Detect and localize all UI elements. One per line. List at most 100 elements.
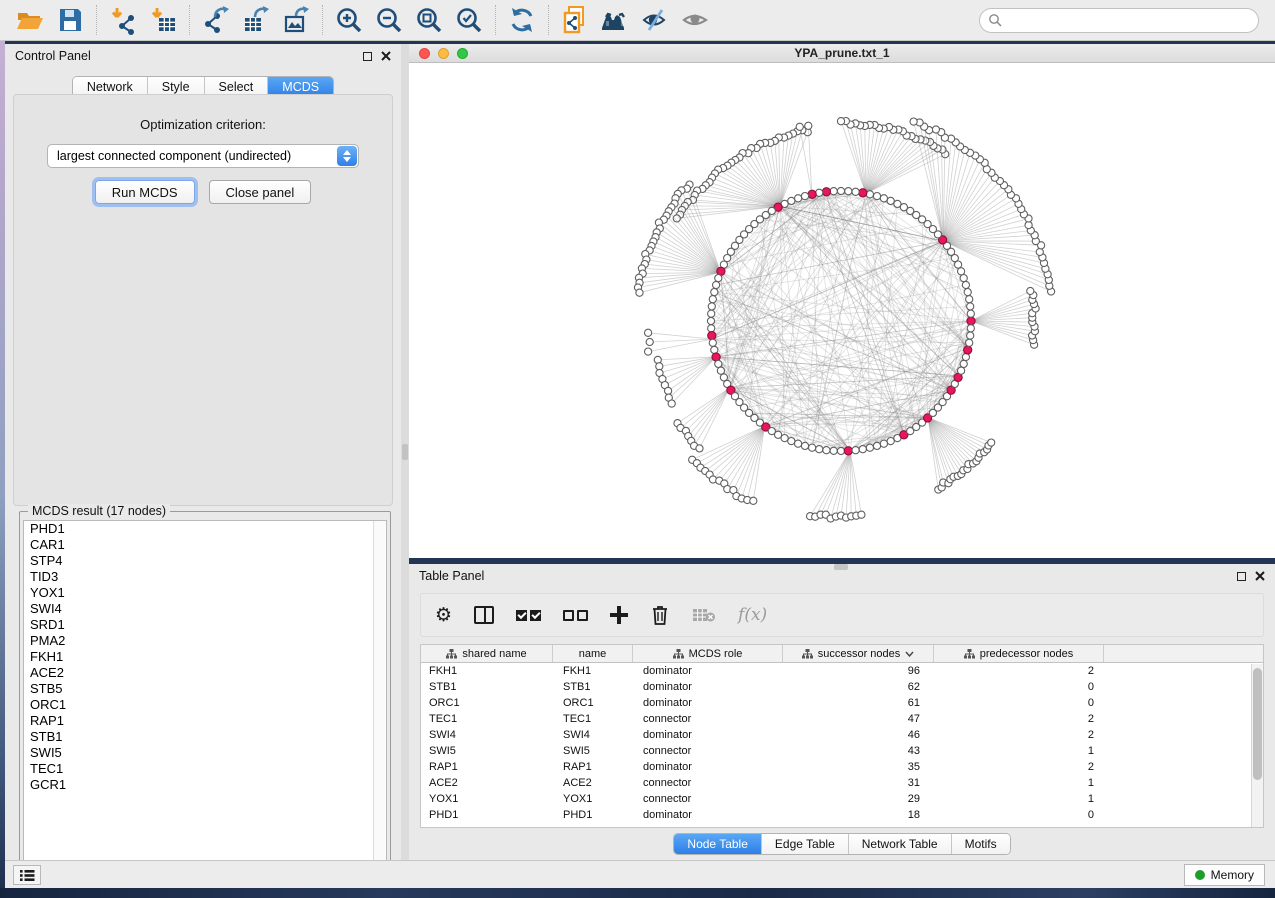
network-node[interactable] [894, 200, 901, 207]
tab-network-table[interactable]: Network Table [849, 834, 952, 854]
zoom-out-icon[interactable] [369, 3, 409, 37]
mcds-result-item[interactable]: SWI5 [24, 745, 386, 761]
column-header[interactable]: name [553, 645, 633, 662]
network-node[interactable] [830, 188, 837, 195]
mcds-result-list[interactable]: PHD1CAR1STP4TID3YOX1SWI4SRD1PMA2FKH1ACE2… [23, 520, 387, 879]
table-row[interactable]: ACE2ACE2connector311 [421, 775, 1263, 791]
task-history-button[interactable] [13, 865, 41, 885]
network-node[interactable] [988, 439, 995, 446]
network-dominator-node[interactable] [967, 317, 975, 325]
search-field[interactable] [979, 8, 1259, 33]
mcds-result-item[interactable]: GCR1 [24, 777, 386, 793]
add-row-icon[interactable] [610, 606, 628, 624]
export-image-icon[interactable] [276, 3, 316, 37]
network-node[interactable] [801, 442, 808, 449]
network-node[interactable] [801, 193, 808, 200]
network-node[interactable] [845, 188, 852, 195]
network-node[interactable] [717, 367, 724, 374]
network-node[interactable] [707, 317, 714, 324]
network-node[interactable] [708, 303, 715, 310]
network-node[interactable] [645, 329, 652, 336]
network-node[interactable] [809, 444, 816, 451]
refresh-icon[interactable] [502, 3, 542, 37]
network-dominator-node[interactable] [964, 346, 972, 354]
table-row[interactable]: SWI4SWI4dominator462 [421, 727, 1263, 743]
close-panel-icon[interactable] [1255, 571, 1265, 581]
network-node[interactable] [713, 281, 720, 288]
memory-button[interactable]: Memory [1184, 864, 1265, 886]
table-row[interactable]: STB1STB1dominator620 [421, 679, 1263, 695]
network-node[interactable] [958, 367, 965, 374]
select-all-icon[interactable] [516, 610, 541, 621]
save-icon[interactable] [50, 3, 90, 37]
mcds-result-item[interactable]: ACE2 [24, 665, 386, 681]
network-node[interactable] [967, 310, 974, 317]
network-node[interactable] [781, 435, 788, 442]
delete-row-icon[interactable] [650, 604, 670, 626]
network-node[interactable] [962, 281, 969, 288]
gear-icon[interactable]: ⚙ [435, 606, 452, 625]
network-node[interactable] [880, 195, 887, 202]
network-node[interactable] [711, 289, 718, 296]
network-node[interactable] [665, 387, 672, 394]
mcds-result-item[interactable]: FKH1 [24, 649, 386, 665]
network-node[interactable] [873, 442, 880, 449]
columns-icon[interactable] [474, 606, 494, 624]
network-node[interactable] [715, 275, 722, 282]
mcds-result-item[interactable]: SRD1 [24, 617, 386, 633]
network-node[interactable] [967, 325, 974, 332]
clone-network-icon[interactable] [555, 3, 595, 37]
network-node[interactable] [967, 332, 974, 339]
network-node[interactable] [880, 440, 887, 447]
mcds-result-item[interactable]: PHD1 [24, 521, 386, 537]
deselect-all-icon[interactable] [563, 610, 588, 621]
network-canvas[interactable] [409, 63, 1275, 558]
mcds-result-item[interactable]: ORC1 [24, 697, 386, 713]
network-window-titlebar[interactable]: YPA_prune.txt_1 [409, 44, 1275, 63]
network-node[interactable] [966, 296, 973, 303]
network-node[interactable] [964, 289, 971, 296]
tab-node-table[interactable]: Node Table [674, 834, 762, 854]
column-header[interactable]: shared name [421, 645, 553, 662]
hide-eye-icon[interactable] [635, 3, 675, 37]
network-node[interactable] [796, 123, 803, 130]
network-node[interactable] [645, 348, 652, 355]
mcds-result-item[interactable]: PMA2 [24, 633, 386, 649]
column-header[interactable]: successor nodes [783, 645, 934, 662]
close-panel-icon[interactable] [381, 51, 391, 61]
zoom-selected-icon[interactable] [449, 3, 489, 37]
network-node[interactable] [708, 325, 715, 332]
network-node[interactable] [1027, 287, 1034, 294]
mcds-result-item[interactable]: STB1 [24, 729, 386, 745]
network-dominator-node[interactable] [822, 188, 830, 196]
zoom-fit-icon[interactable] [409, 3, 449, 37]
mcds-result-item[interactable]: SWI4 [24, 601, 386, 617]
run-mcds-button[interactable]: Run MCDS [95, 180, 195, 204]
network-dominator-node[interactable] [844, 447, 852, 455]
close-panel-button[interactable]: Close panel [209, 180, 312, 204]
table-scrollbar[interactable] [1251, 664, 1263, 827]
search-input[interactable] [1002, 10, 1258, 30]
network-node[interactable] [709, 296, 716, 303]
result-list-scrollbar[interactable] [373, 521, 386, 878]
horizontal-splitter-handle[interactable] [834, 564, 848, 570]
network-node[interactable] [910, 118, 917, 125]
network-node[interactable] [1036, 248, 1043, 255]
network-node[interactable] [967, 303, 974, 310]
show-eye-icon[interactable] [675, 3, 715, 37]
table-scrollbar-thumb[interactable] [1253, 668, 1262, 780]
tab-motifs[interactable]: Motifs [952, 834, 1010, 854]
mcds-result-item[interactable]: YOX1 [24, 585, 386, 601]
mcds-result-item[interactable]: STP4 [24, 553, 386, 569]
network-node[interactable] [837, 447, 844, 454]
mcds-result-item[interactable]: TEC1 [24, 761, 386, 777]
import-table-icon[interactable] [143, 3, 183, 37]
column-header[interactable]: predecessor nodes [934, 645, 1104, 662]
network-node[interactable] [750, 497, 757, 504]
network-node[interactable] [966, 339, 973, 346]
network-node[interactable] [866, 444, 873, 451]
network-node[interactable] [859, 446, 866, 453]
network-node[interactable] [715, 360, 722, 367]
float-window-icon[interactable] [363, 52, 372, 61]
network-node[interactable] [852, 188, 859, 195]
